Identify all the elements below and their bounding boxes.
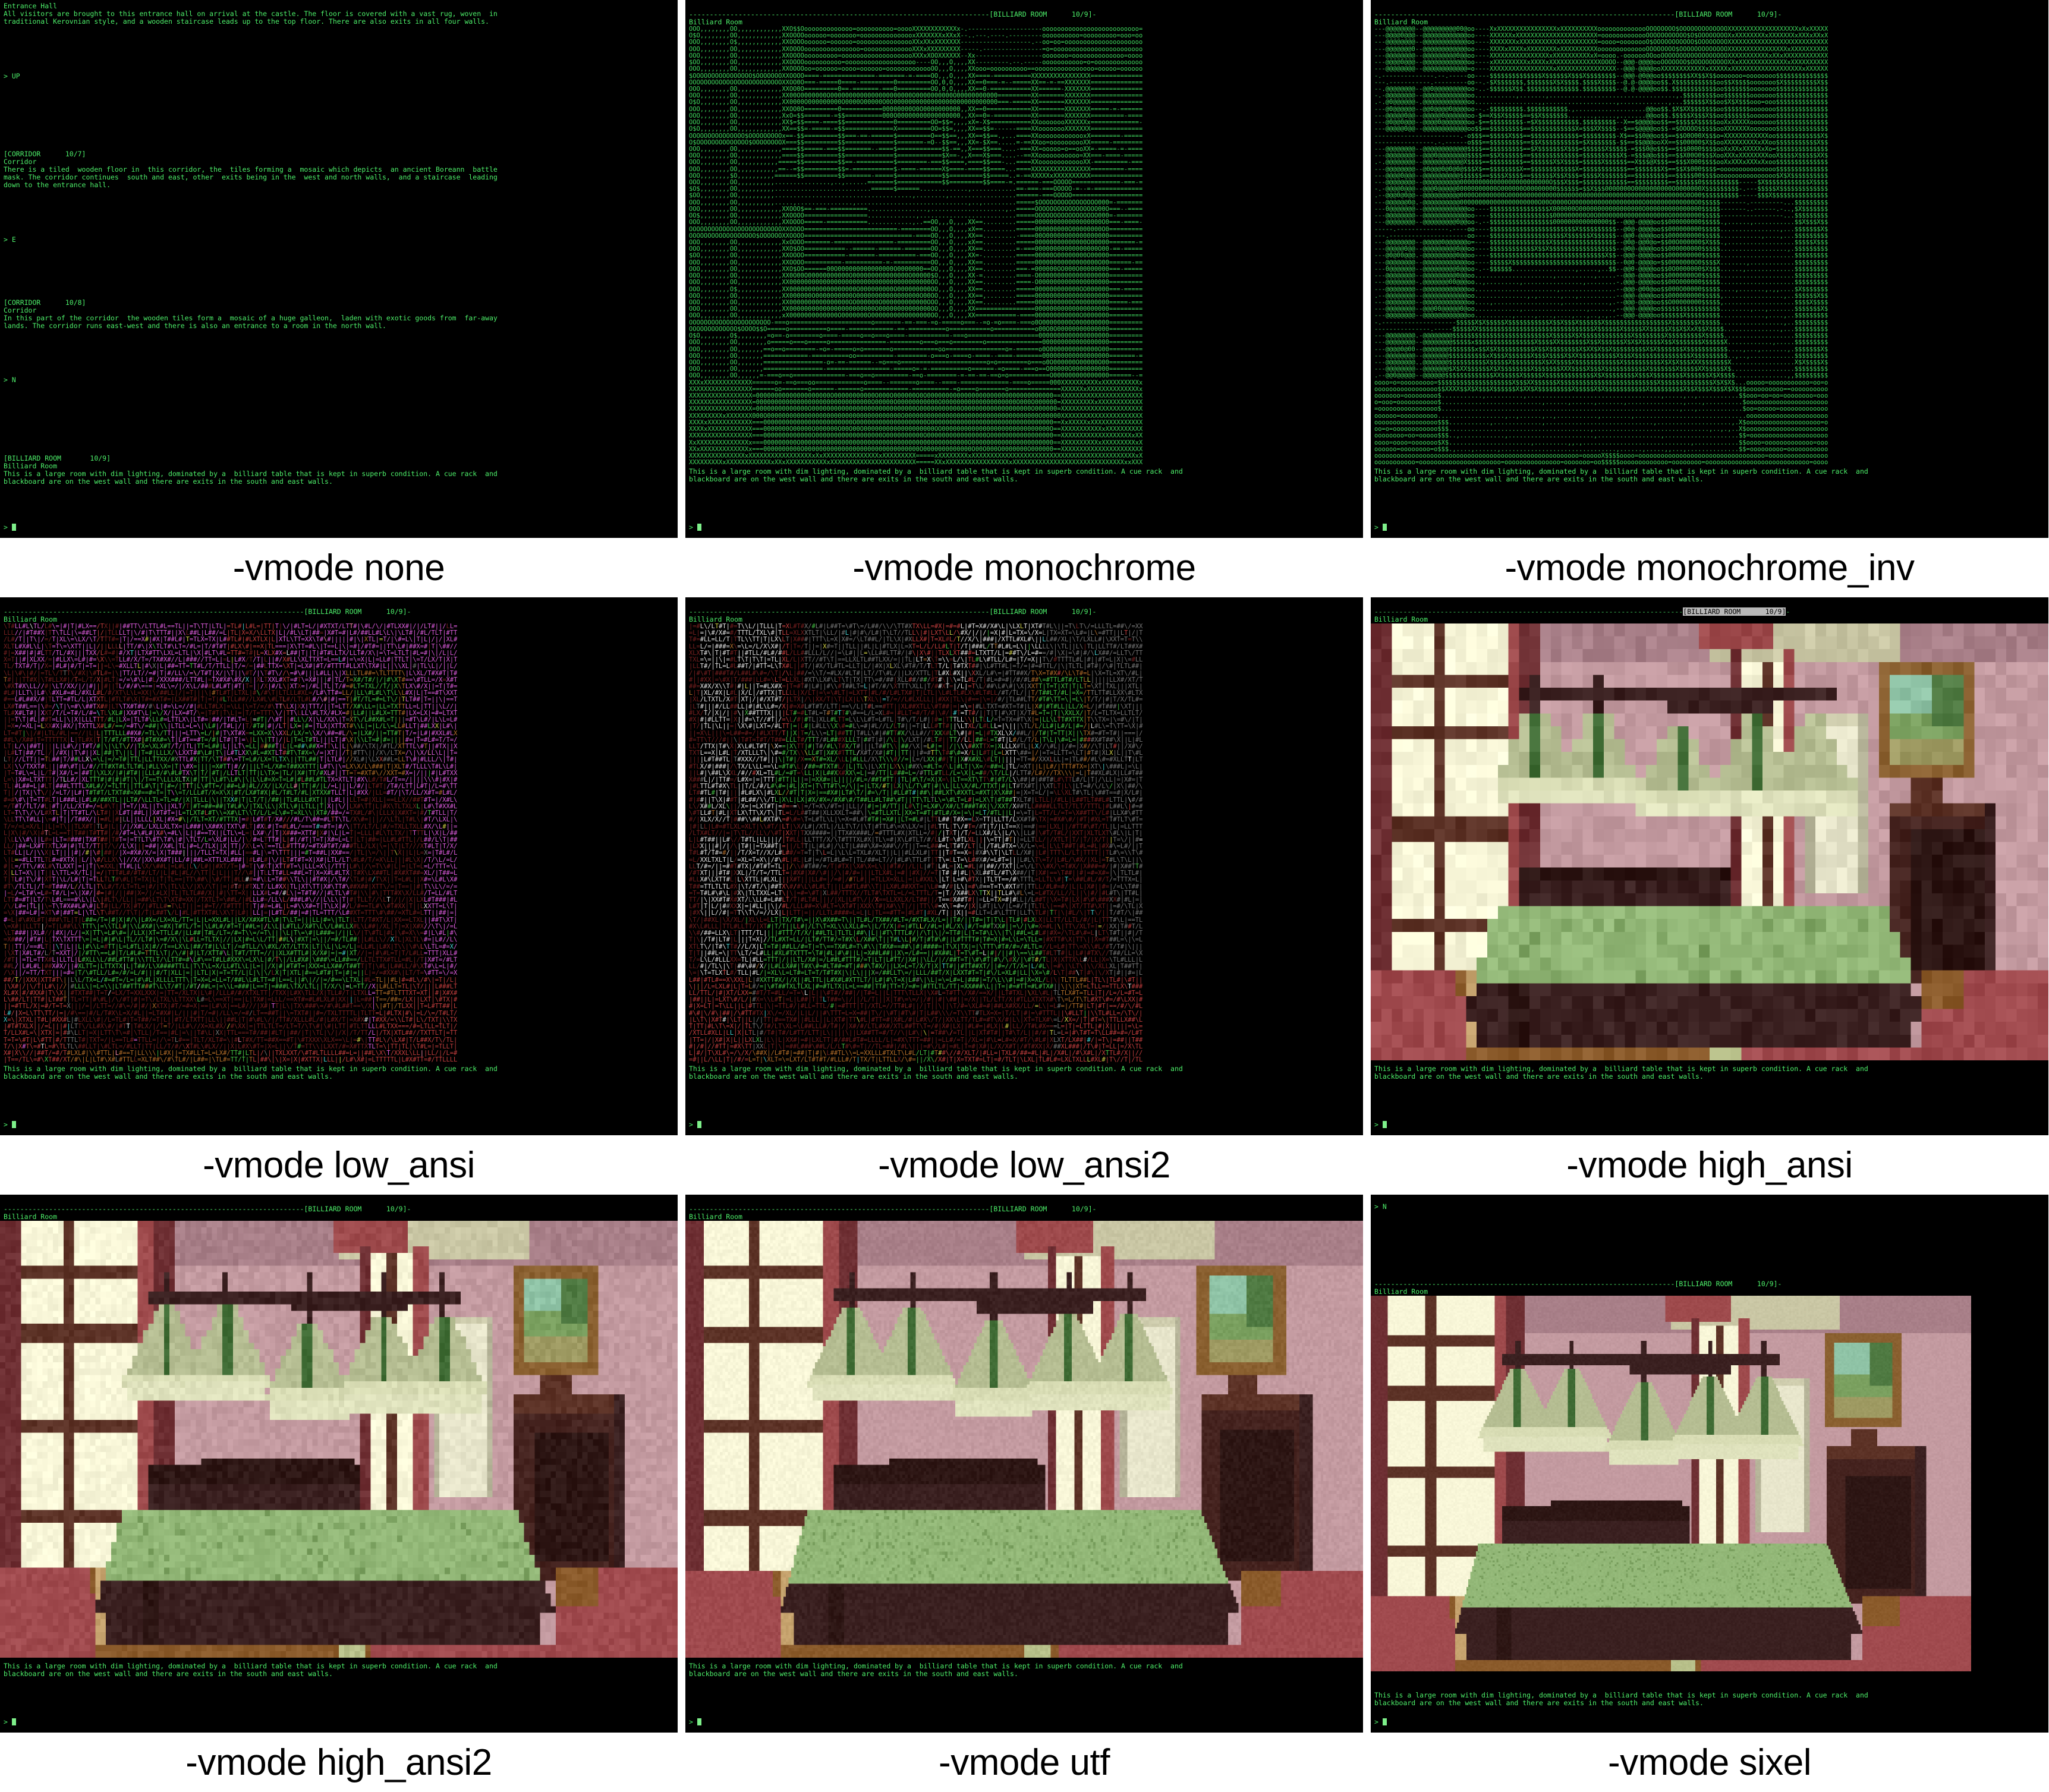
line-desc: traditional Kerovnian style, and a woode…	[4, 17, 489, 26]
status-room-badge: [BILLIARD ROOM 10/9]	[1683, 607, 1786, 616]
room-desc-line2: blackboard are on the west wall and ther…	[689, 1072, 1018, 1081]
prompt-caret: >	[4, 1120, 8, 1129]
status-bar: ----------------------------------------…	[4, 1205, 411, 1213]
terminal-monochrome[interactable]: ----------------------------------------…	[685, 0, 1363, 538]
panel-monochrome: ----------------------------------------…	[685, 0, 1363, 597]
line-status: [CORRIDOR 10/8]	[4, 298, 86, 307]
prompt-caret: >	[4, 523, 8, 531]
prompt-line[interactable]: >	[1374, 1120, 2048, 1129]
line-input: > UP	[4, 72, 20, 80]
caption-monochrome: -vmode monochrome	[852, 547, 1196, 588]
line-status: [CORRIDOR 10/7]	[4, 150, 86, 158]
terminal-sixel[interactable]: > N ------------------------------------…	[1371, 1195, 2048, 1733]
room-title: Billiard Room	[689, 1212, 743, 1221]
room-picture-high-ansi2	[0, 1221, 678, 1658]
status-bar: ----------------------------------------…	[1374, 1280, 1782, 1288]
text-cursor	[1382, 1121, 1387, 1128]
caption-high-ansi2: -vmode high_ansi2	[185, 1741, 492, 1783]
caption-low-ansi: -vmode low_ansi	[203, 1144, 475, 1186]
text-cursor	[1382, 524, 1387, 531]
ansi-art-low-ansi2: |=#L\/LT#T|#=T\\L/|TLLL|T=XL#T#X/#L#|L##…	[689, 623, 1143, 1064]
room-desc-line2: blackboard are on the west wall and ther…	[4, 1670, 333, 1678]
room-title: Billiard Room	[4, 1212, 58, 1221]
terminal-utf[interactable]: ----------------------------------------…	[685, 1195, 1363, 1733]
room-title: Billiard Room	[1374, 615, 1428, 623]
room-desc-line2: blackboard are on the west wall and ther…	[689, 475, 1018, 483]
room-desc-line2: blackboard are on the west wall and ther…	[4, 1072, 333, 1081]
ascii-art-monochrome-inv: ---@@@@@@@@--@@@@@@@@@00@oo----XxXXXXXXX…	[1374, 26, 1828, 467]
line-input: > N	[1374, 1202, 1387, 1211]
panel-high-ansi2: ----------------------------------------…	[0, 1195, 678, 1792]
status-bar: ----------------------------------------…	[689, 607, 1097, 616]
line-desc: down to the entrance hall.	[4, 181, 111, 189]
ansi-art-low-ansi: \T#LL#L\TL/L#\=|#|T|#LX==/TX||#|##TT\/LT…	[4, 623, 458, 1064]
terminal-low-ansi2[interactable]: ----------------------------------------…	[685, 597, 1363, 1135]
text-cursor	[11, 1121, 16, 1128]
status-bar: ----------------------------------------…	[689, 1205, 1097, 1213]
prompt-line[interactable]: >	[1374, 523, 2048, 531]
panel-low-ansi2: ----------------------------------------…	[685, 597, 1363, 1195]
room-desc-line2: blackboard are on the west wall and ther…	[689, 1670, 1018, 1678]
status-rule: ----------------------------------------…	[1374, 607, 1683, 616]
prompt-line[interactable]: >	[689, 1120, 1363, 1129]
room-desc-line2: blackboard are on the west wall and ther…	[1374, 1072, 1704, 1081]
line-input: > N	[4, 376, 16, 384]
status-bar: ----------------------------------------…	[1374, 10, 1782, 18]
room-picture-high-ansi	[1371, 623, 2048, 1060]
panel-none: Entrance Hall All visitors are brought t…	[0, 0, 678, 597]
prompt-caret: >	[1374, 1718, 1378, 1726]
panel-sixel: > N ------------------------------------…	[1371, 1195, 2048, 1792]
caption-low-ansi2: -vmode low_ansi2	[878, 1144, 1170, 1186]
terminal-high-ansi[interactable]: ----------------------------------------…	[1371, 597, 2048, 1135]
prompt-line[interactable]: >	[689, 1718, 1363, 1726]
prompt-line[interactable]: >	[4, 1120, 678, 1129]
terminal-high-ansi2[interactable]: ----------------------------------------…	[0, 1195, 678, 1733]
status-bar: ----------------------------------------…	[689, 10, 1097, 18]
room-picture-utf	[685, 1221, 1363, 1658]
prompt-caret: >	[1374, 523, 1378, 531]
status-bar: ----------------------------------------…	[4, 607, 411, 616]
prompt-caret: >	[689, 1120, 693, 1129]
terminal-low-ansi[interactable]: ----------------------------------------…	[0, 597, 678, 1135]
text-cursor	[697, 1718, 701, 1725]
room-desc-line2: blackboard are on the west wall and ther…	[1374, 1699, 1704, 1707]
text-cursor	[697, 524, 701, 531]
prompt-line[interactable]: >	[4, 1718, 678, 1726]
caption-sixel: -vmode sixel	[1608, 1741, 1812, 1783]
ascii-art-monochrome: OOO,,,,,,,,OO,,,,,,,,,,,,XXO$$Oooooooooo…	[689, 26, 1143, 467]
line-desc: lands. The corridor runs east-west and t…	[4, 322, 386, 330]
room-picture-sixel	[1371, 1296, 1971, 1671]
text-cursor	[11, 524, 16, 531]
prompt-line[interactable]: >	[689, 523, 1363, 531]
text-cursor	[11, 1718, 16, 1725]
terminal-monochrome-inv[interactable]: ----------------------------------------…	[1371, 0, 2048, 538]
prompt-line[interactable]: >	[4, 523, 678, 531]
text-cursor	[697, 1121, 701, 1128]
text-cursor	[1382, 1718, 1387, 1725]
line-status: [BILLIARD ROOM 10/9]	[4, 454, 111, 462]
caption-none: -vmode none	[232, 547, 445, 588]
room-title: Billiard Room	[1374, 1287, 1428, 1296]
panel-low-ansi: ----------------------------------------…	[0, 597, 678, 1195]
vmode-comparison-grid: Entrance Hall All visitors are brought t…	[0, 0, 2049, 1792]
room-desc-line2: blackboard are on the west wall and ther…	[1374, 475, 1704, 483]
caption-monochrome-inv: -vmode monochrome_inv	[1505, 547, 1915, 588]
line-desc: blackboard are on the west wall and ther…	[4, 477, 333, 486]
panel-high-ansi: ----------------------------------------…	[1371, 597, 2048, 1195]
prompt-line[interactable]: >	[1374, 1718, 2048, 1726]
terminal-none[interactable]: Entrance Hall All visitors are brought t…	[0, 0, 678, 538]
panel-utf: ----------------------------------------…	[685, 1195, 1363, 1792]
line-input: > E	[4, 235, 16, 244]
prompt-caret: >	[689, 523, 693, 531]
prompt-caret: >	[689, 1718, 693, 1726]
status-bar: ----------------------------------------…	[1374, 607, 1790, 616]
caption-high-ansi: -vmode high_ansi	[1566, 1144, 1853, 1186]
panel-monochrome-inv: ----------------------------------------…	[1371, 0, 2048, 597]
caption-utf: -vmode utf	[939, 1741, 1110, 1783]
prompt-caret: >	[1374, 1120, 1378, 1129]
prompt-caret: >	[4, 1718, 8, 1726]
